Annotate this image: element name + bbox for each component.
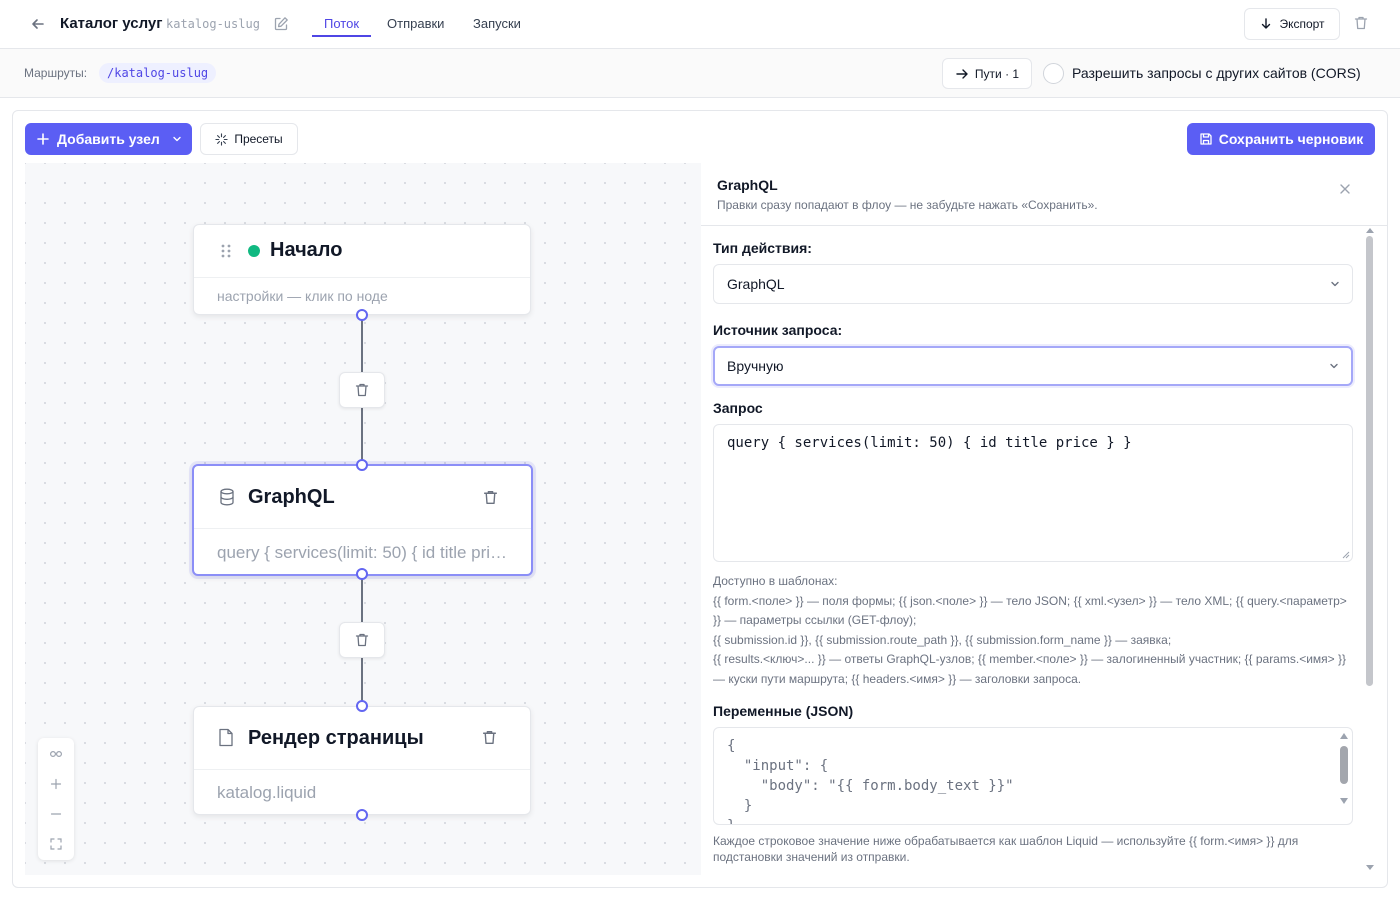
node-title: Начало <box>270 239 343 261</box>
tab-runs[interactable]: Запуски <box>473 16 521 31</box>
delete-edge-button[interactable] <box>339 622 385 658</box>
node-start[interactable]: Начало настройки — клик по ноде <box>193 224 531 315</box>
add-node-button[interactable]: Добавить узел <box>25 123 192 155</box>
query-textarea[interactable]: query { services(limit: 50) { id title p… <box>713 424 1353 562</box>
node-title: GraphQL <box>248 486 335 508</box>
canvas-controls <box>38 738 74 860</box>
export-button[interactable]: Экспорт <box>1244 8 1340 40</box>
cors-checkbox[interactable] <box>1043 63 1064 84</box>
input-handle[interactable] <box>356 459 368 471</box>
drag-handle-icon[interactable] <box>221 244 231 258</box>
sparkle-icon <box>215 132 228 146</box>
routes-label: Маршруты: <box>24 66 88 80</box>
fit-view-icon[interactable] <box>46 834 66 854</box>
delete-flow-icon[interactable] <box>1353 15 1369 31</box>
variables-textarea[interactable]: { "input": { "body": "{{ form.body_text … <box>713 727 1353 825</box>
variables-code: { "input": { "body": "{{ form.body_text … <box>727 736 1014 824</box>
textarea-scrollbar[interactable] <box>1339 731 1349 821</box>
database-icon <box>220 488 234 506</box>
panel-title: GraphQL <box>717 177 778 193</box>
node-subtitle: настройки — клик по ноде <box>217 288 388 304</box>
code-line: } <box>727 816 1014 824</box>
node-subtitle: query { services(limit: 50) { id title p… <box>217 543 513 562</box>
output-handle[interactable] <box>356 568 368 580</box>
paths-button[interactable]: Пути · 1 <box>942 58 1032 89</box>
chevron-down-icon <box>1330 363 1338 369</box>
node-subtitle: katalog.liquid <box>217 783 317 802</box>
edit-icon[interactable] <box>273 16 289 32</box>
file-icon <box>219 728 233 747</box>
node-header: Рендер страницы <box>194 707 530 770</box>
help-line: {{ form.<поле> }} — поля формы; {{ json.… <box>713 593 1347 628</box>
node-header: Начало <box>194 225 530 278</box>
trash-icon <box>355 383 369 397</box>
code-line: } <box>727 798 753 814</box>
output-handle[interactable] <box>356 309 368 321</box>
node-graphql[interactable]: GraphQL query { services(limit: 50) { id… <box>192 464 533 576</box>
chevron-down-icon <box>1331 281 1339 287</box>
action-type-value: GraphQL <box>727 276 785 292</box>
status-dot <box>248 245 260 257</box>
delete-node-icon[interactable] <box>481 729 498 746</box>
panel-divider <box>701 225 1387 226</box>
panel-hint: Правки сразу попадают в флоу — не забудь… <box>717 198 1098 212</box>
routes-bar: Маршруты: /katalog-uslug Пути · 1 Разреш… <box>0 49 1400 98</box>
templates-help: Доступно в шаблонах: {{ form.<поле> }} —… <box>713 572 1353 689</box>
code-line: "input": { <box>727 758 829 774</box>
paths-label: Пути · 1 <box>974 66 1020 81</box>
delete-node-icon[interactable] <box>482 489 499 506</box>
save-icon <box>1200 133 1212 145</box>
download-icon <box>1262 18 1271 29</box>
source-label: Источник запроса: <box>713 322 843 338</box>
page-slug: katalog-uslug <box>166 17 260 31</box>
save-draft-button[interactable]: Сохранить черновик <box>1187 123 1375 155</box>
link-icon[interactable] <box>46 744 66 764</box>
code-line: { <box>727 738 736 754</box>
node-render-page[interactable]: Рендер страницы katalog.liquid <box>193 706 531 815</box>
input-handle[interactable] <box>356 700 368 712</box>
chevron-down-icon <box>173 136 181 142</box>
help-line: {{ results.<ключ>... }} — ответы GraphQL… <box>713 652 1347 686</box>
tab-flow[interactable]: Поток <box>324 16 359 31</box>
export-label: Экспорт <box>1279 17 1325 31</box>
panel-scroll-thumb[interactable] <box>1366 236 1373 686</box>
source-select[interactable]: Вручную <box>713 346 1353 386</box>
node-header: GraphQL <box>194 466 531 529</box>
arrow-right-icon <box>956 68 968 79</box>
zoom-in-icon[interactable] <box>46 774 66 794</box>
plus-icon <box>37 133 49 145</box>
output-handle[interactable] <box>356 809 368 821</box>
query-text: query { services(limit: 50) { id title p… <box>727 435 1132 451</box>
cors-label: Разрешить запросы с других сайтов (CORS) <box>1072 65 1361 81</box>
action-type-label: Тип действия: <box>713 240 812 256</box>
code-line: "body": "{{ form.body_text }}" <box>727 778 1014 794</box>
page-title: Каталог услуг <box>60 15 163 32</box>
trash-icon <box>355 633 369 647</box>
save-draft-label: Сохранить черновик <box>1218 131 1364 147</box>
node-title: Рендер страницы <box>248 727 424 749</box>
presets-label: Пресеты <box>234 132 283 146</box>
help-line: Доступно в шаблонах: <box>713 574 838 588</box>
action-type-select[interactable]: GraphQL <box>713 264 1353 304</box>
resize-grip-icon[interactable] <box>1342 551 1350 559</box>
tab-submissions[interactable]: Отправки <box>387 16 444 31</box>
top-bar: Каталог услуг katalog-uslug Поток Отправ… <box>0 0 1400 49</box>
variables-label: Переменные (JSON) <box>713 703 854 719</box>
zoom-out-icon[interactable] <box>46 804 66 824</box>
help-line: {{ submission.id }}, {{ submission.route… <box>713 632 1172 647</box>
presets-button[interactable]: Пресеты <box>200 123 298 155</box>
source-value: Вручную <box>727 358 784 374</box>
delete-edge-button[interactable] <box>339 372 385 408</box>
active-tab-indicator <box>312 35 371 37</box>
variables-help: Каждое строковое значение ниже обрабатыв… <box>713 834 1299 864</box>
close-icon[interactable] <box>1337 181 1353 197</box>
route-chip[interactable]: /katalog-uslug <box>99 63 217 83</box>
add-node-label: Добавить узел <box>57 131 160 147</box>
query-label: Запрос <box>713 400 763 416</box>
back-arrow-icon[interactable] <box>28 14 48 34</box>
